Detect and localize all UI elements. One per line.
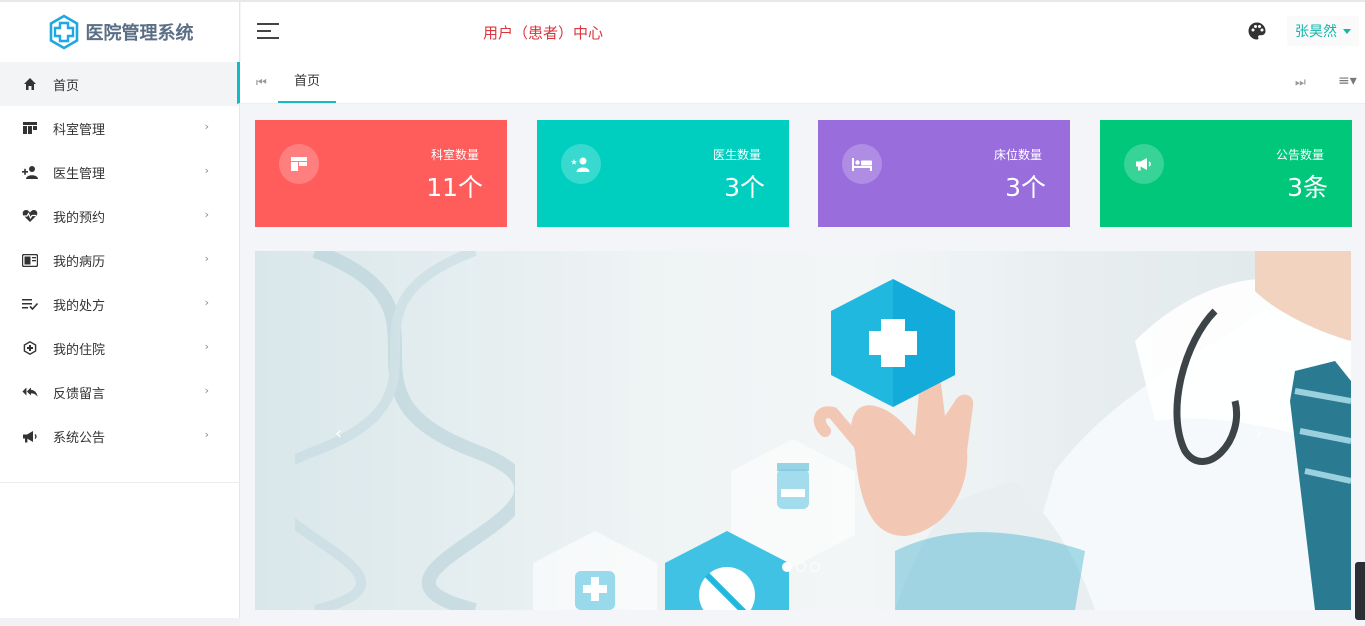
stat-value: 3个 <box>724 173 765 202</box>
carousel-dot[interactable] <box>782 562 792 572</box>
record-icon <box>22 252 38 268</box>
sidebar-item-feedback[interactable]: 反馈留言 › <box>0 370 239 414</box>
username-label: 张昊然 <box>1295 24 1337 40</box>
home-icon <box>22 76 38 92</box>
scroll-tabs-right-icon[interactable]: ⏭ <box>1295 75 1306 90</box>
stat-label: 公告数量 <box>1275 148 1324 162</box>
chevron-right-icon: › <box>204 340 209 353</box>
sidebar-item-label: 系统公告 <box>53 430 106 446</box>
side-widget-handle[interactable] <box>1355 562 1365 620</box>
sidebar-item-hospitalization[interactable]: 我的住院 › <box>0 326 239 370</box>
megaphone-icon <box>22 428 38 444</box>
add-user-icon <box>22 164 38 180</box>
department-icon <box>279 144 319 184</box>
sidebar-item-label: 医生管理 <box>53 166 106 182</box>
chevron-right-icon: › <box>204 208 209 221</box>
sidebar-item-label: 首页 <box>53 78 80 94</box>
department-icon <box>22 120 38 136</box>
stat-label: 医生数量 <box>712 148 761 162</box>
scroll-tabs-left-icon[interactable]: ⏮ <box>256 75 267 90</box>
carousel-dot[interactable] <box>810 562 820 572</box>
bed-icon <box>842 144 882 184</box>
chevron-right-icon: › <box>204 252 209 265</box>
sidebar-item-label: 我的处方 <box>53 298 106 314</box>
caret-down-icon <box>1343 28 1351 34</box>
stat-label: 科室数量 <box>430 148 479 162</box>
stat-label: 床位数量 <box>993 148 1042 162</box>
app-title: 医院管理系统 <box>85 23 194 44</box>
stat-card-departments[interactable]: 科室数量 11个 <box>255 120 507 227</box>
doctor-icon <box>561 144 601 184</box>
hamburger-menu-icon[interactable] <box>257 23 279 41</box>
chevron-right-icon: › <box>204 120 209 133</box>
carousel-next-button[interactable]: › <box>1255 423 1262 444</box>
sidebar-item-label: 科室管理 <box>53 122 106 138</box>
sidebar-footer <box>0 618 240 626</box>
user-menu-button[interactable]: 张昊然 <box>1287 16 1359 46</box>
megaphone-icon <box>1124 144 1164 184</box>
sidebar-item-label: 我的住院 <box>53 342 106 358</box>
carousel-prev-button[interactable]: ‹ <box>335 423 342 444</box>
sidebar: 医院管理系统 首页 科室管理 › 医生管理 › 我的预约 › 我的病历 › 我的… <box>0 2 240 620</box>
stat-value: 3个 <box>1005 173 1046 202</box>
top-header: 用户（患者）中心 张昊然 <box>241 2 1365 62</box>
logo[interactable]: 医院管理系统 <box>0 2 239 62</box>
page-title: 用户（患者）中心 <box>483 24 604 42</box>
chevron-right-icon: › <box>204 296 209 309</box>
palette-icon[interactable] <box>1247 21 1267 41</box>
tab-home[interactable]: 首页 <box>278 62 336 103</box>
stat-value: 3条 <box>1287 173 1328 202</box>
stat-card-beds[interactable]: 床位数量 3个 <box>818 120 1070 227</box>
medical-cross-logo-icon <box>49 14 78 50</box>
sidebar-item-departments[interactable]: 科室管理 › <box>0 106 239 150</box>
stat-card-doctors[interactable]: 医生数量 3个 <box>537 120 789 227</box>
checklist-icon <box>22 296 38 312</box>
carousel-dot[interactable] <box>796 562 806 572</box>
chevron-right-icon: › <box>204 384 209 397</box>
chevron-right-icon: › <box>204 164 209 177</box>
stat-card-announcements[interactable]: 公告数量 3条 <box>1100 120 1352 227</box>
doctor-hand-illustration <box>533 251 1351 610</box>
tab-bar: ⏮ 首页 ⏭ ≡▾ <box>237 62 1365 104</box>
chevron-right-icon: › <box>204 428 209 441</box>
sidebar-divider <box>0 482 240 483</box>
carousel-indicators <box>782 562 820 572</box>
carousel-banner: ‹ › <box>255 251 1351 610</box>
heartbeat-icon <box>22 208 38 224</box>
sidebar-item-prescriptions[interactable]: 我的处方 › <box>0 282 239 326</box>
sidebar-item-appointments[interactable]: 我的预约 › <box>0 194 239 238</box>
hospital-icon <box>22 340 38 356</box>
sidebar-item-home[interactable]: 首页 <box>0 62 239 106</box>
tab-options-menu-icon[interactable]: ≡▾ <box>1338 73 1357 89</box>
stat-value: 11个 <box>426 173 483 202</box>
sidebar-item-medical-records[interactable]: 我的病历 › <box>0 238 239 282</box>
sidebar-item-label: 我的病历 <box>53 254 106 270</box>
sidebar-item-label: 反馈留言 <box>53 386 106 402</box>
sidebar-menu: 首页 科室管理 › 医生管理 › 我的预约 › 我的病历 › 我的处方 › 我的… <box>0 62 239 458</box>
sidebar-item-label: 我的预约 <box>53 210 106 226</box>
sidebar-item-announcements[interactable]: 系统公告 › <box>0 414 239 458</box>
sidebar-item-doctors[interactable]: 医生管理 › <box>0 150 239 194</box>
reply-all-icon <box>22 384 38 400</box>
